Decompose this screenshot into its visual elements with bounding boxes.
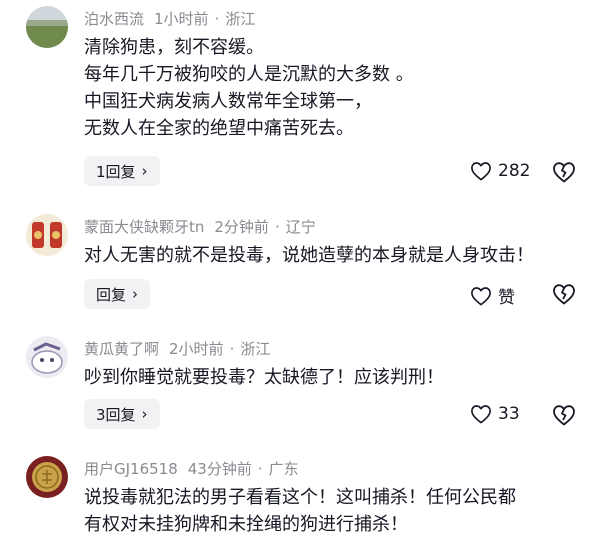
username[interactable]: 蒙面大侠缺颗牙tn (84, 218, 204, 236)
comment-meta: 黄瓜黄了啊 2小时前 · 浙江 (84, 338, 270, 359)
comment-location: 广东 (268, 460, 299, 478)
chevron-right-icon: › (141, 162, 148, 180)
meta-separator: · (229, 340, 235, 358)
comment-line: 无数人在全家的绝望中痛苦死去。 (84, 118, 354, 139)
comment-line: 吵到你睡觉就要投毒？太缺德了！应该判刑！ (84, 367, 444, 388)
reply-label: 1回复 (96, 162, 136, 181)
broken-heart-icon (553, 162, 575, 183)
chevron-right-icon: › (141, 405, 148, 423)
comment-location: 浙江 (240, 340, 271, 358)
reply-button[interactable]: 1回复 › (84, 156, 160, 186)
avatar-landscape-image (26, 6, 68, 48)
meta-separator: · (257, 460, 263, 478)
comment-meta: 用户GJ16518 43分钟前 · 广东 (84, 458, 299, 479)
comment-text: 对人无害的就不是投毒，说她造孽的本身就是人身攻击！ (84, 242, 534, 269)
chevron-right-icon: › (132, 285, 139, 303)
like-count: 33 (498, 404, 520, 424)
comment-line: 清除狗患，刻不容缓。 (84, 37, 264, 58)
like-button[interactable]: 赞 (470, 283, 515, 308)
comment-line: 中国狂犬病发病人数常年全球第一， (84, 91, 372, 112)
comment-time: 2分钟前 (214, 218, 269, 236)
comment-time: 1小时前 (154, 10, 209, 28)
like-count: 赞 (498, 288, 515, 308)
username[interactable]: 用户GJ16518 (84, 460, 178, 478)
avatar-coin-image (26, 456, 68, 498)
heart-outline-icon (471, 405, 491, 424)
meta-separator: · (214, 10, 220, 28)
comment-line: 每年几千万被狗咬的人是沉默的大多数 。 (84, 64, 414, 85)
comment-time: 2小时前 (169, 340, 224, 358)
reply-button[interactable]: 回复 › (84, 279, 151, 309)
comment-time: 43分钟前 (187, 460, 252, 478)
avatar[interactable] (26, 336, 68, 378)
meta-separator: · (274, 218, 280, 236)
heart-outline-icon (471, 286, 491, 305)
like-count: 282 (498, 161, 531, 181)
avatar-cartoon-image (26, 336, 68, 378)
comment-text: 吵到你睡觉就要投毒？太缺德了！应该判刑！ (84, 364, 444, 391)
heart-outline-icon (471, 162, 491, 181)
username[interactable]: 黄瓜黄了啊 (84, 340, 159, 358)
like-button[interactable]: 282 (470, 161, 530, 181)
dislike-button[interactable] (552, 404, 576, 430)
avatar[interactable] (26, 6, 68, 48)
comment-text: 清除狗患，刻不容缓。 每年几千万被狗咬的人是沉默的大多数 。 中国狂犬病发病人数… (84, 34, 414, 142)
comment-location: 浙江 (225, 10, 256, 28)
comment-line: 对人无害的就不是投毒，说她造孽的本身就是人身攻击！ (84, 245, 534, 266)
avatar[interactable] (26, 214, 68, 256)
comment-meta: 蒙面大侠缺颗牙tn 2分钟前 · 辽宁 (84, 216, 316, 237)
dislike-button[interactable] (552, 283, 576, 309)
broken-heart-icon (553, 284, 575, 305)
reply-button[interactable]: 3回复 › (84, 399, 160, 429)
comment-location: 辽宁 (285, 218, 316, 236)
broken-heart-icon (553, 405, 575, 426)
like-button[interactable]: 33 (470, 404, 520, 424)
username[interactable]: 泊水西流 (84, 10, 144, 28)
dislike-button[interactable] (552, 161, 576, 187)
comment-text: 说投毒就犯法的男子看看这个！这叫捕杀！任何公民都 有权对未挂狗牌和未拴绳的狗进行… (84, 484, 516, 538)
reply-label: 回复 (96, 285, 127, 304)
avatar[interactable] (26, 456, 68, 498)
reply-label: 3回复 (96, 405, 136, 424)
comment-meta: 泊水西流 1小时前 · 浙江 (84, 8, 255, 29)
comment-line: 有权对未挂狗牌和未拴绳的狗进行捕杀！ (84, 514, 408, 535)
comment-line: 说投毒就犯法的男子看看这个！这叫捕杀！任何公民都 (84, 487, 516, 508)
avatar-emblem-image (26, 214, 68, 256)
